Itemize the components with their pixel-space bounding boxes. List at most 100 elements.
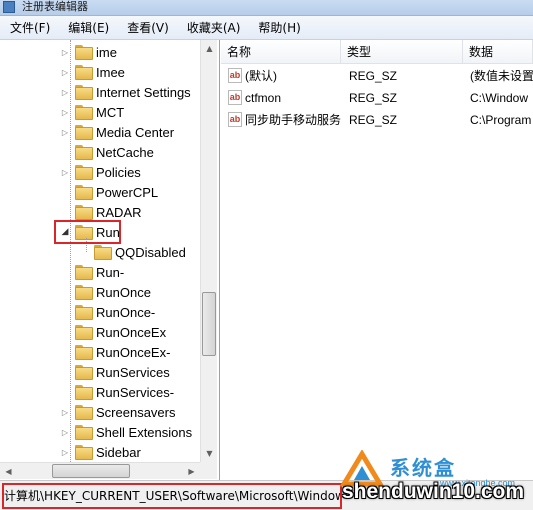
column-header-type[interactable]: 类型 — [341, 40, 463, 64]
tree-node-label: Shell Extensions — [96, 424, 193, 440]
tree-node[interactable]: Run- — [59, 262, 124, 282]
window-title: 注册表编辑器 — [22, 0, 88, 13]
tree-node-label: Internet Settings — [96, 84, 191, 100]
tree-node-label: RunServices — [96, 364, 170, 380]
folder-icon — [75, 145, 93, 160]
folder-icon — [75, 85, 93, 100]
registry-tree-pane: ▷ ime ▷ Imee ▷ Internet Settings ▷ MCT ▷ Media Ce… — [0, 40, 220, 480]
tree-node[interactable]: RunServices- — [59, 382, 174, 402]
tree-node[interactable]: RunOnce- — [59, 302, 155, 322]
menu-file[interactable]: 文件(F) — [4, 17, 56, 39]
regedit-app-icon — [3, 1, 15, 13]
tree-node-label: Imee — [96, 64, 125, 80]
folder-icon — [75, 445, 93, 460]
tree-node-label: RunOnce — [96, 284, 151, 300]
folder-icon — [75, 425, 93, 440]
tree-node[interactable]: RunOnceEx — [59, 322, 166, 342]
tree-node[interactable]: ▷ ime — [59, 42, 117, 62]
menu-edit[interactable]: 编辑(E) — [62, 17, 115, 39]
column-header-data[interactable]: 数据 — [463, 40, 533, 64]
menu-bar: 文件(F) 编辑(E) 查看(V) 收藏夹(A) 帮助(H) — [0, 16, 533, 40]
scroll-left-arrow-icon[interactable]: ◀ — [0, 463, 17, 480]
value-row[interactable]: ab 同步助手移动服务 REG_SZ C:\Program — [221, 109, 533, 131]
folder-icon — [75, 305, 93, 320]
horizontal-scroll-thumb[interactable] — [52, 464, 130, 478]
tree-node[interactable]: ▷ Internet Settings — [59, 82, 191, 102]
string-value-icon: ab — [228, 112, 242, 127]
folder-icon — [75, 125, 93, 140]
status-highlight-box — [2, 483, 342, 509]
string-value-icon: ab — [228, 68, 242, 83]
menu-help[interactable]: 帮助(H) — [252, 17, 306, 39]
tree-node-label: QQDisabled — [115, 244, 186, 260]
folder-icon — [75, 325, 93, 340]
tree-connector-line — [70, 40, 71, 462]
value-name: ctfmon — [245, 91, 282, 105]
watermark-cn-text: 系统盒 — [390, 456, 456, 480]
folder-icon — [75, 345, 93, 360]
watermark: 系统盒 www.xitonghe.com shenduwin10.com — [340, 450, 533, 510]
tree-node-label: NetCache — [96, 144, 154, 160]
tree-horizontal-scrollbar[interactable]: ◀ ▶ — [0, 462, 200, 479]
value-type: REG_SZ — [349, 91, 398, 105]
vertical-scroll-thumb[interactable] — [202, 292, 216, 356]
tree-node-label: RunOnce- — [96, 304, 156, 320]
tree-node[interactable]: ▷ Shell Extensions — [59, 422, 192, 442]
folder-icon — [94, 245, 112, 260]
scroll-corner — [200, 462, 217, 479]
tree-node-label: RunServices- — [96, 384, 175, 400]
value-data: (数值未设置 — [470, 69, 533, 83]
value-name: 同步助手移动服务 — [245, 113, 341, 127]
tree-node[interactable]: NetCache — [59, 142, 154, 162]
column-header-name[interactable]: 名称 — [221, 40, 341, 64]
folder-icon — [75, 165, 93, 180]
folder-icon — [75, 45, 93, 60]
tree-node[interactable]: ▷ Sidebar — [59, 442, 141, 462]
tree-node-label: PowerCPL — [96, 184, 159, 200]
tree-node-label: ime — [96, 44, 117, 60]
tree-node[interactable]: PowerCPL — [59, 182, 158, 202]
tree-node[interactable]: ▷ Media Center — [59, 122, 174, 142]
title-bar: 注册表编辑器 — [0, 0, 533, 16]
tree-node[interactable]: ▷ Imee — [59, 62, 125, 82]
folder-icon — [75, 65, 93, 80]
tree-node[interactable]: RunOnceEx- — [59, 342, 170, 362]
scroll-up-arrow-icon[interactable]: ▲ — [201, 40, 218, 57]
folder-icon — [75, 205, 93, 220]
tree-node[interactable]: ▷ Screensavers — [59, 402, 175, 422]
value-type: REG_SZ — [349, 69, 398, 83]
tree-node-label: Sidebar — [96, 444, 141, 460]
tree-node[interactable]: RADAR — [59, 202, 142, 222]
value-type: REG_SZ — [349, 113, 398, 127]
tree-node-label: RADAR — [96, 204, 142, 220]
string-value-icon: ab — [228, 90, 242, 105]
tree-node[interactable]: RunOnce — [59, 282, 151, 302]
tree-node-label: MCT — [96, 104, 125, 120]
tree-node-label: Run- — [96, 264, 125, 280]
tree-node-label: Media Center — [96, 124, 175, 140]
scroll-down-arrow-icon[interactable]: ▼ — [201, 445, 218, 462]
value-row[interactable]: ab (默认) REG_SZ (数值未设置 — [221, 65, 533, 87]
folder-icon — [75, 185, 93, 200]
tree-node-label: RunOnceEx — [96, 324, 167, 340]
tree-node-label: Screensavers — [96, 404, 176, 420]
folder-icon — [75, 285, 93, 300]
registry-tree: ▷ ime ▷ Imee ▷ Internet Settings ▷ MCT ▷ Media Ce… — [0, 40, 200, 462]
tree-node[interactable]: ▷ MCT — [59, 102, 124, 122]
tree-node-label: Policies — [96, 164, 141, 180]
scroll-right-arrow-icon[interactable]: ▶ — [183, 463, 200, 480]
value-row[interactable]: ab ctfmon REG_SZ C:\Window — [221, 87, 533, 109]
watermark-domain-text: shenduwin10.com — [342, 480, 525, 503]
menu-favorites[interactable]: 收藏夹(A) — [181, 17, 247, 39]
value-name: (默认) — [245, 69, 277, 83]
value-data: C:\Window — [470, 91, 529, 105]
tree-vertical-scrollbar[interactable]: ▲ ▼ — [200, 40, 217, 462]
folder-icon — [75, 365, 93, 380]
tree-node[interactable]: ▷ Policies — [59, 162, 141, 182]
tree-node[interactable]: QQDisabled — [78, 242, 186, 262]
tree-node[interactable]: RunServices — [59, 362, 170, 382]
folder-icon — [75, 105, 93, 120]
menu-view[interactable]: 查看(V) — [121, 17, 175, 39]
folder-icon — [75, 265, 93, 280]
